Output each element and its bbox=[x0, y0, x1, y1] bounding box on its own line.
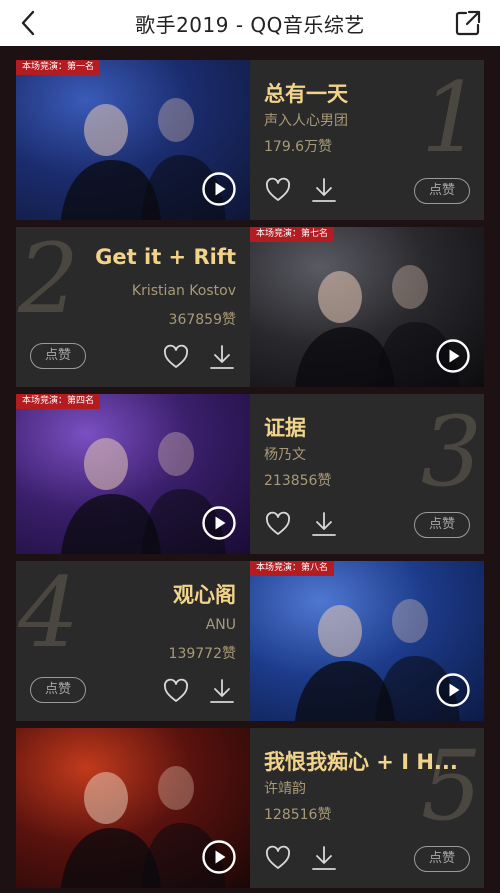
download-icon[interactable] bbox=[208, 677, 236, 705]
performance-photo[interactable]: 本场竞演：第一名 bbox=[16, 60, 250, 220]
like-count: 128516赞 bbox=[264, 807, 332, 823]
rank-tag: 本场竞演：第七名 bbox=[250, 227, 335, 242]
song-title[interactable]: 总有一天 bbox=[264, 78, 348, 108]
like-count: 213856赞 bbox=[264, 473, 332, 489]
heart-icon[interactable] bbox=[264, 176, 292, 204]
heart-icon[interactable] bbox=[162, 343, 190, 371]
like-button[interactable]: 点赞 bbox=[30, 343, 87, 369]
rank-tag: 本场竞演：第一名 bbox=[16, 60, 101, 75]
rank-number: 4 bbox=[18, 561, 80, 669]
song-card[interactable]: 本场竞演：第四名 3 证据 杨乃文 213856赞 点赞 bbox=[16, 394, 484, 554]
song-card[interactable]: 本场竞演：第八名 4 观心阁 ANU 139772赞 点赞 bbox=[16, 561, 484, 721]
song-card[interactable]: 5 我恨我痴心 + I H... 许靖韵 128516赞 点赞 bbox=[16, 728, 484, 888]
rank-tag: 本场竞演：第四名 bbox=[16, 394, 101, 409]
song-title[interactable]: 我恨我痴心 + I H... bbox=[264, 746, 458, 776]
song-card[interactable]: 本场竞演：第一名 1 总有一天 声入人心男团 179.6万赞 点赞 bbox=[16, 60, 484, 220]
download-icon[interactable] bbox=[310, 844, 338, 872]
like-count: 179.6万赞 bbox=[264, 139, 333, 155]
heart-icon[interactable] bbox=[264, 844, 292, 872]
song-info-panel: 4 观心阁 ANU 139772赞 点赞 bbox=[16, 561, 250, 721]
artist-name[interactable]: 声入人心男团 bbox=[264, 110, 348, 130]
rank-number: 2 bbox=[18, 227, 80, 335]
back-chevron-icon[interactable] bbox=[14, 8, 44, 38]
like-count: 367859赞 bbox=[168, 312, 236, 328]
song-card[interactable]: 本场竞演：第七名 2 Get it + Rift Kristian Kostov… bbox=[16, 227, 484, 387]
like-count: 139772赞 bbox=[168, 646, 236, 662]
play-icon[interactable] bbox=[436, 673, 470, 707]
like-button[interactable]: 点赞 bbox=[413, 512, 470, 538]
like-button[interactable]: 点赞 bbox=[413, 178, 470, 204]
performance-photo[interactable] bbox=[16, 728, 250, 888]
page-title: 歌手2019 - QQ音乐综艺 bbox=[135, 12, 365, 37]
play-icon[interactable] bbox=[202, 172, 236, 206]
performance-photo[interactable]: 本场竞演：第四名 bbox=[16, 394, 250, 554]
share-icon[interactable] bbox=[454, 9, 482, 37]
top-nav-bar: 歌手2019 - QQ音乐综艺 bbox=[0, 0, 500, 46]
heart-icon[interactable] bbox=[264, 510, 292, 538]
download-icon[interactable] bbox=[310, 510, 338, 538]
artist-name[interactable]: 杨乃文 bbox=[264, 444, 306, 464]
song-info-panel: 1 总有一天 声入人心男团 179.6万赞 点赞 bbox=[250, 60, 484, 220]
song-title[interactable]: Get it + Rift bbox=[95, 245, 236, 269]
play-icon[interactable] bbox=[202, 506, 236, 540]
song-info-panel: 2 Get it + Rift Kristian Kostov 367859赞 … bbox=[16, 227, 250, 387]
performance-photo[interactable]: 本场竞演：第八名 bbox=[250, 561, 484, 721]
heart-icon[interactable] bbox=[162, 677, 190, 705]
rank-number: 3 bbox=[420, 396, 482, 508]
song-info-panel: 3 证据 杨乃文 213856赞 点赞 bbox=[250, 394, 484, 554]
rank-tag: 本场竞演：第八名 bbox=[250, 561, 335, 576]
ranking-list: 本场竞演：第一名 1 总有一天 声入人心男团 179.6万赞 点赞 本场竞演：第… bbox=[0, 46, 500, 893]
artist-name[interactable]: 许靖韵 bbox=[264, 778, 306, 798]
artist-name[interactable]: Kristian Kostov bbox=[132, 283, 236, 299]
play-icon[interactable] bbox=[436, 339, 470, 373]
like-button[interactable]: 点赞 bbox=[413, 846, 470, 872]
rank-number: 1 bbox=[420, 62, 482, 174]
download-icon[interactable] bbox=[208, 343, 236, 371]
like-button[interactable]: 点赞 bbox=[30, 677, 87, 703]
performance-photo[interactable]: 本场竞演：第七名 bbox=[250, 227, 484, 387]
song-title[interactable]: 证据 bbox=[264, 412, 306, 442]
download-icon[interactable] bbox=[310, 176, 338, 204]
song-info-panel: 5 我恨我痴心 + I H... 许靖韵 128516赞 点赞 bbox=[250, 728, 484, 888]
play-icon[interactable] bbox=[202, 840, 236, 874]
song-title[interactable]: 观心阁 bbox=[173, 579, 236, 609]
artist-name[interactable]: ANU bbox=[206, 617, 236, 633]
